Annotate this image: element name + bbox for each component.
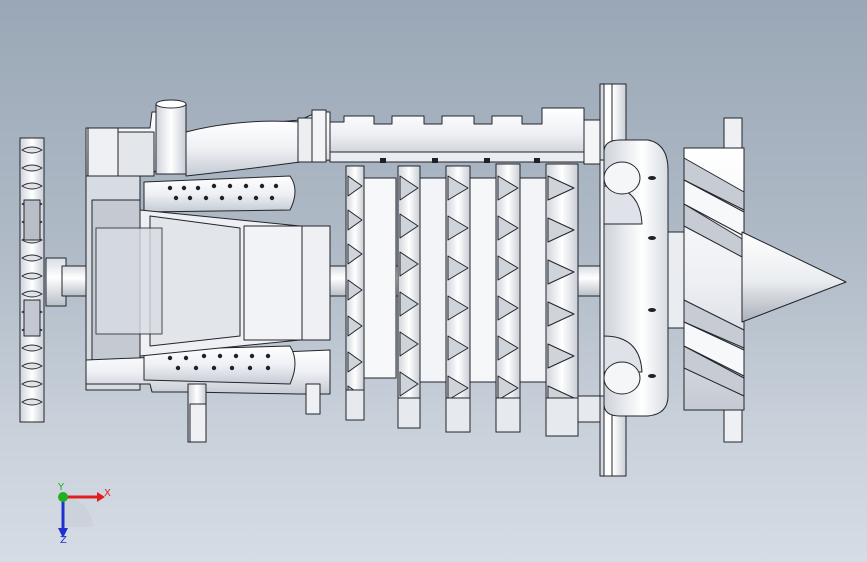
y-axis-dot — [58, 492, 68, 502]
view-orientation-triad[interactable]: X Y Z — [57, 482, 111, 546]
z-axis-label: Z — [60, 535, 67, 546]
y-axis-label: Y — [57, 482, 65, 493]
exhaust-cone[interactable] — [741, 231, 847, 323]
compressor-casing[interactable] — [329, 107, 601, 165]
turbine-housing[interactable] — [603, 139, 669, 417]
stage-5[interactable] — [519, 163, 579, 437]
inlet-fan-disc[interactable] — [19, 137, 45, 423]
flame-tube[interactable] — [95, 209, 331, 357]
jet-engine-model[interactable]: X Y Z — [0, 0, 867, 562]
stage-3[interactable] — [419, 165, 471, 433]
combustor-liner-top[interactable] — [143, 175, 296, 213]
x-axis-label: X — [104, 488, 111, 499]
stage-4[interactable] — [469, 163, 521, 433]
stage-1[interactable] — [345, 165, 365, 419]
exhaust-turbine[interactable] — [667, 117, 745, 443]
graphics-viewport[interactable]: X Y Z — [0, 0, 867, 562]
stage-2[interactable] — [363, 165, 421, 429]
